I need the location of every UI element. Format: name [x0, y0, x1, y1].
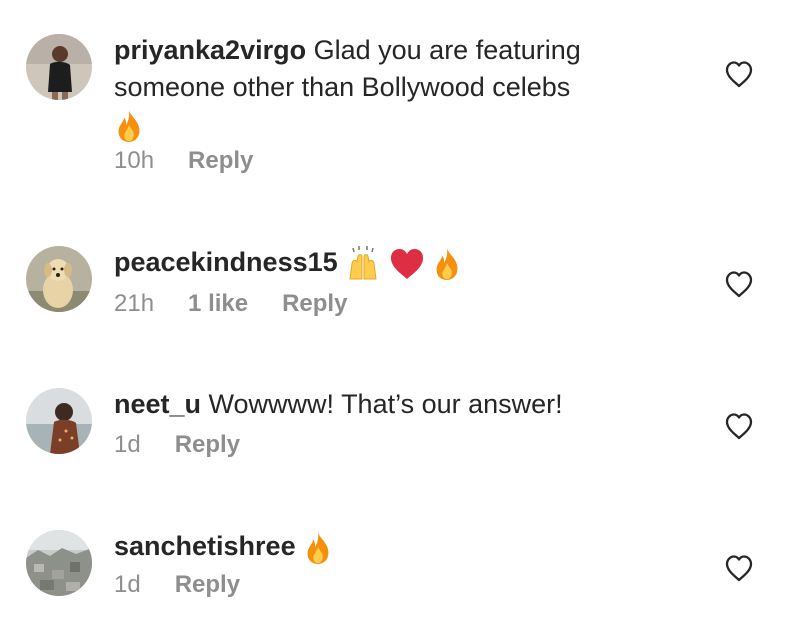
avatar[interactable]: [26, 246, 92, 312]
heart-outline-icon[interactable]: [724, 270, 754, 298]
reply-button[interactable]: Reply: [175, 431, 240, 459]
comment-time: 10h: [114, 147, 155, 174]
avatar[interactable]: [26, 388, 92, 454]
heart-outline-icon[interactable]: [724, 412, 754, 440]
comment-meta: 1d Reply: [114, 571, 694, 599]
reply-button[interactable]: Reply: [175, 571, 240, 599]
comment-message-line1: Glad you are featuring: [313, 35, 581, 65]
comment-username[interactable]: neet_u: [114, 389, 201, 419]
comment-message-line2: someone other than Bollywood celebs: [114, 72, 571, 102]
comment-body: peacekindness15 21h 1 like Reply: [114, 244, 694, 318]
raised-hands-emoji-icon: [349, 245, 377, 280]
comment-body: priyanka2virgo Glad you are featuring so…: [114, 32, 694, 175]
comment-meta: 21h 1 like Reply: [114, 290, 694, 318]
fire-emoji-icon: [303, 531, 333, 565]
likes-count[interactable]: 1 like: [188, 290, 248, 318]
fire-emoji-icon: [432, 247, 462, 281]
comment-time: 21h: [114, 289, 155, 317]
comment-text: sanchetishree: [114, 528, 694, 565]
comment-username[interactable]: peacekindness15: [114, 247, 338, 277]
heart-outline-icon[interactable]: [724, 554, 754, 582]
comment-text: priyanka2virgo Glad you are featuring so…: [114, 32, 694, 143]
comment-username[interactable]: sanchetishree: [114, 531, 296, 561]
avatar[interactable]: [26, 530, 92, 596]
reply-button[interactable]: Reply: [282, 290, 347, 318]
comment-text: peacekindness15: [114, 244, 694, 282]
heart-outline-icon[interactable]: [724, 60, 754, 88]
comment-username[interactable]: priyanka2virgo: [114, 35, 306, 65]
comment-time: 1d: [114, 571, 141, 598]
comment-body: neet_u Wowwww! That’s our answer! 1d Rep…: [114, 386, 694, 459]
comment-body: sanchetishree 1d Reply: [114, 528, 694, 599]
fire-emoji-icon: [114, 109, 144, 143]
comment-text: neet_u Wowwww! That’s our answer!: [114, 386, 694, 423]
red-heart-emoji-icon: [390, 248, 423, 279]
comment-meta: 10h Reply: [114, 147, 694, 175]
avatar[interactable]: [26, 34, 92, 100]
reply-button[interactable]: Reply: [188, 147, 253, 175]
comment-meta: 1d Reply: [114, 431, 694, 459]
comment-message: Wowwww! That’s our answer!: [208, 389, 563, 419]
comment-time: 1d: [114, 431, 141, 458]
